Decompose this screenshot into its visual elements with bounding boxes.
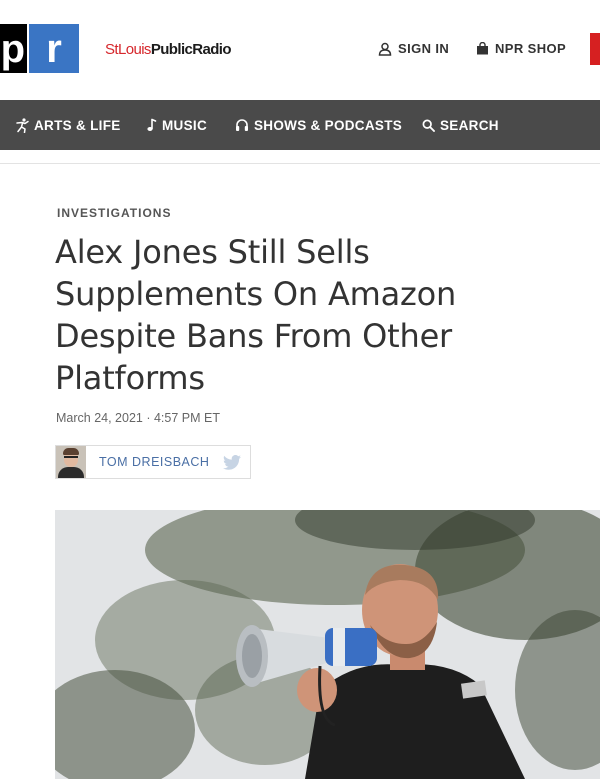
- article-slug[interactable]: INVESTIGATIONS: [57, 206, 171, 220]
- station-name-part1: StLouis: [105, 41, 151, 58]
- nav-label: SEARCH: [440, 117, 499, 133]
- shopping-bag-icon: [477, 42, 488, 55]
- nav-label: MUSIC: [162, 117, 207, 133]
- music-note-icon: [147, 118, 157, 131]
- nav-label: SHOWS & PODCASTS: [254, 117, 403, 133]
- site-header: p r StLouisPublicRadio SIGN IN NPR SHOP: [0, 0, 600, 100]
- sign-in-link[interactable]: SIGN IN: [378, 41, 449, 56]
- lead-photo-image: [55, 510, 600, 779]
- station-logo[interactable]: StLouisPublicRadio: [105, 41, 232, 58]
- twitter-icon[interactable]: [223, 454, 242, 470]
- npr-logo-r: r: [29, 24, 79, 73]
- npr-logo-p: p: [0, 24, 27, 73]
- dancer-icon: [16, 117, 29, 133]
- search-icon: [422, 119, 435, 132]
- npr-logo[interactable]: p r: [0, 24, 79, 73]
- nav-label: ARTS & LIFE: [34, 117, 121, 133]
- avatar[interactable]: [56, 446, 86, 478]
- npr-shop-link[interactable]: NPR SHOP: [476, 41, 566, 56]
- divider: [0, 163, 600, 164]
- nav-arts-life[interactable]: ARTS & LIFE: [16, 100, 121, 150]
- headphones-icon: [236, 119, 248, 131]
- author-link[interactable]: TOM DREISBACH: [99, 455, 209, 469]
- article-dateline: March 24, 2021 · 4:57 PM ET: [56, 411, 220, 425]
- person-icon: [378, 42, 392, 56]
- sign-in-label: SIGN IN: [398, 41, 450, 56]
- lead-photo: [55, 510, 600, 779]
- donate-button[interactable]: [590, 33, 600, 65]
- nav-music[interactable]: MUSIC: [147, 100, 207, 150]
- main-nav: ARTS & LIFE MUSIC SHOWS & PODCASTS SEARC…: [0, 100, 600, 150]
- nav-shows-podcasts[interactable]: SHOWS & PODCASTS: [235, 100, 402, 150]
- nav-search[interactable]: SEARCH: [422, 100, 499, 150]
- station-name-part2: PublicRadio: [150, 41, 232, 58]
- shop-label: NPR SHOP: [495, 41, 567, 56]
- byline: TOM DREISBACH: [55, 445, 251, 479]
- article-headline: Alex Jones Still Sells Supplements On Am…: [55, 233, 457, 397]
